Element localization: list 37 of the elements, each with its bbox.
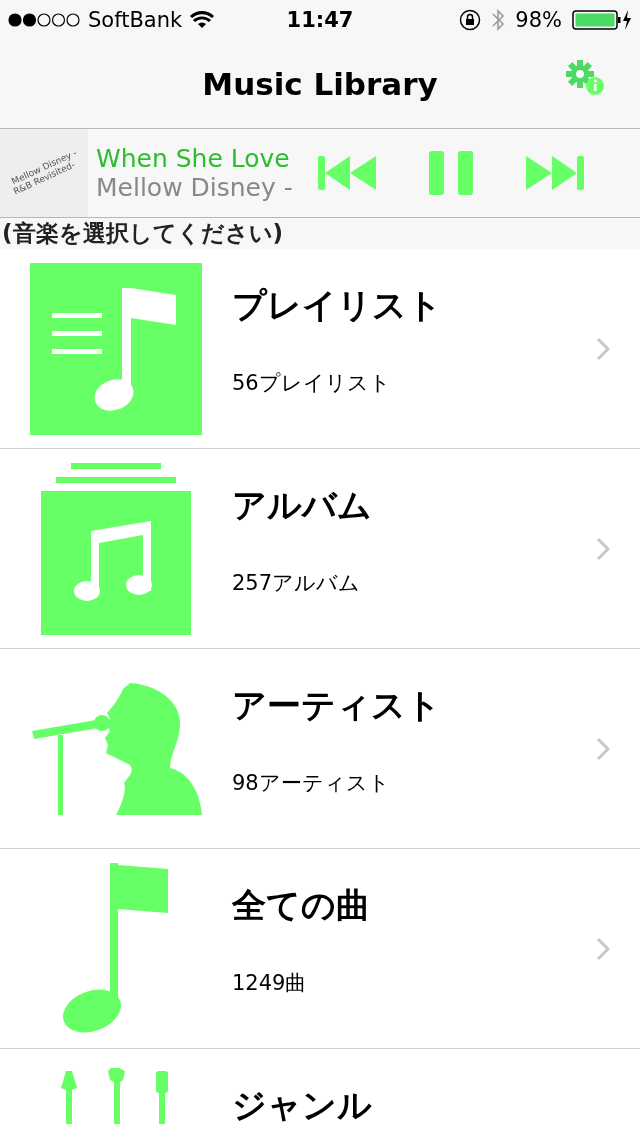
playlist-icon	[30, 262, 202, 435]
category-title: 全ての曲	[232, 884, 371, 927]
next-track-button[interactable]	[525, 156, 584, 190]
nav-title: Music Library	[202, 66, 438, 102]
category-count: 98アーティスト	[232, 770, 391, 797]
wifi-icon	[190, 11, 215, 29]
settings-info-icon[interactable]	[564, 58, 606, 98]
category-row[interactable]: 全ての曲 1249曲	[0, 849, 640, 1049]
category-title: ジャンル	[232, 1084, 373, 1127]
chevron-icon	[596, 936, 610, 961]
category-count: 56プレイリスト	[232, 370, 392, 397]
previous-track-button[interactable]	[318, 156, 377, 190]
chevron-icon	[596, 736, 610, 761]
signal-strength-icon	[8, 13, 80, 27]
category-row[interactable]: ジャンル	[0, 1049, 640, 1136]
singer-silhouette-icon	[30, 682, 202, 815]
bluetooth-icon	[491, 8, 506, 32]
pause-button[interactable]	[429, 151, 473, 195]
status-time: 11:47	[286, 8, 354, 32]
category-row[interactable]: プレイリスト 56プレイリスト	[0, 249, 640, 449]
select-music-prompt: (音楽を選択してください)	[0, 218, 640, 249]
song-title: When She Love	[96, 144, 291, 173]
carrier-name: SoftBank	[88, 8, 183, 32]
battery-percent: 98%	[515, 8, 562, 32]
rotation-lock-icon	[459, 9, 482, 31]
chevron-icon	[596, 336, 610, 361]
category-title: プレイリスト	[232, 284, 443, 327]
category-row[interactable]: アルバム 257アルバム	[0, 449, 640, 649]
album-stack-icon	[41, 462, 191, 635]
category-count: 1249曲	[232, 970, 308, 997]
category-title: アーティスト	[232, 684, 442, 727]
category-count: 257アルバム	[232, 570, 362, 597]
chevron-icon	[596, 536, 610, 561]
category-title: アルバム	[232, 484, 373, 527]
category-row[interactable]: アーティスト 98アーティスト	[0, 649, 640, 849]
song-artist: Mellow Disney -	[96, 173, 292, 202]
battery-charging-icon	[572, 9, 632, 31]
